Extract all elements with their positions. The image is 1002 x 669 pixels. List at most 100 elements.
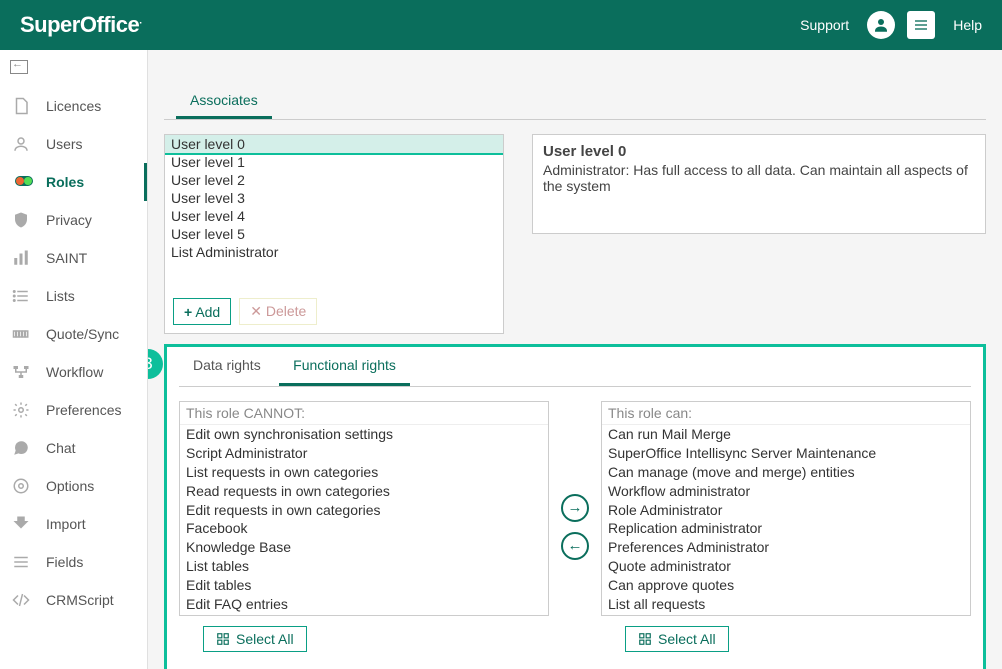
can-item[interactable]: SuperOffice Intellisync Server Maintenan…: [602, 444, 970, 463]
help-link[interactable]: Help: [953, 17, 982, 33]
sidebar-item-label: Options: [46, 478, 94, 494]
role-list-item[interactable]: List Administrator: [165, 243, 503, 261]
roles-list[interactable]: User level 0User level 1User level 2User…: [165, 135, 503, 290]
role-list-item[interactable]: User level 4: [165, 207, 503, 225]
sidebar-item-label: Fields: [46, 554, 83, 570]
cannot-item[interactable]: Edit requests in own categories: [180, 501, 548, 520]
can-item[interactable]: Can run Mail Merge: [602, 425, 970, 444]
tab-functional-rights[interactable]: Functional rights: [279, 347, 410, 386]
tab-associates[interactable]: Associates: [176, 84, 272, 119]
sidebar-item-lists[interactable]: Lists: [0, 277, 147, 315]
role-description-panel: User level 0 Administrator: Has full acc…: [532, 134, 986, 234]
can-item[interactable]: Read all requests: [602, 614, 970, 615]
can-item[interactable]: Replication administrator: [602, 519, 970, 538]
cannot-item[interactable]: Edit own synchronisation settings: [180, 425, 548, 444]
sidebar-item-label: SAINT: [46, 250, 87, 266]
sidebar-item-quote-sync[interactable]: Quote/Sync: [0, 315, 147, 353]
sidebar-item-label: Roles: [46, 174, 84, 190]
sidebar-item-privacy[interactable]: Privacy: [0, 201, 147, 239]
sidebar-item-import[interactable]: Import: [0, 505, 147, 543]
cannot-column: This role CANNOT: Edit own synchronisati…: [179, 401, 549, 652]
crmscript-icon: [12, 591, 36, 609]
cannot-item[interactable]: Knowledge Base: [180, 538, 548, 557]
delete-role-button: ✕ Delete: [239, 298, 317, 325]
can-list[interactable]: Can run Mail MergeSuperOffice Intellisyn…: [602, 425, 970, 615]
preferences-icon: [12, 401, 36, 419]
cannot-item[interactable]: Facebook: [180, 519, 548, 538]
options-icon: [12, 477, 36, 495]
role-list-item[interactable]: User level 1: [165, 153, 503, 171]
role-description-text: Administrator: Has full access to all da…: [543, 162, 975, 194]
sidebar-item-saint[interactable]: SAINT: [0, 239, 147, 277]
rights-tabbar: Data rights Functional rights: [179, 347, 971, 387]
move-left-button[interactable]: ←: [561, 532, 589, 560]
can-item[interactable]: Role Administrator: [602, 501, 970, 520]
import-icon: [12, 515, 36, 533]
sidebar-item-workflow[interactable]: Workflow: [0, 353, 147, 391]
can-item[interactable]: Quote administrator: [602, 557, 970, 576]
sidebar: Licences Users Roles Privacy SAINT Lists Quote…: [0, 50, 148, 669]
profile-icon[interactable]: [867, 11, 895, 39]
sidebar-item-preferences[interactable]: Preferences: [0, 391, 147, 429]
add-role-button[interactable]: + Add: [173, 298, 231, 325]
sidebar-item-licences[interactable]: Licences: [0, 87, 147, 125]
sidebar-item-chat[interactable]: Chat: [0, 429, 147, 467]
cannot-item[interactable]: Edit FAQ entries: [180, 595, 548, 614]
cannot-item[interactable]: Edit tables: [180, 576, 548, 595]
support-link[interactable]: Support: [800, 17, 849, 33]
can-item[interactable]: Workflow administrator: [602, 482, 970, 501]
sidebar-item-options[interactable]: Options: [0, 467, 147, 505]
sidebar-item-label: Quote/Sync: [46, 326, 119, 342]
cannot-list[interactable]: Edit own synchronisation settingsScript …: [180, 425, 548, 615]
cannot-item[interactable]: List tables: [180, 557, 548, 576]
can-item[interactable]: Preferences Administrator: [602, 538, 970, 557]
privacy-icon: [12, 211, 36, 229]
cannot-header: This role CANNOT:: [180, 402, 548, 425]
sidebar-item-fields[interactable]: Fields: [0, 543, 147, 581]
app-header: SuperOffice. Support Help: [0, 0, 1002, 50]
sidebar-item-crmscript[interactable]: CRMScript: [0, 581, 147, 619]
sidebar-item-label: Import: [46, 516, 86, 532]
can-item[interactable]: List all requests: [602, 595, 970, 614]
sidebar-item-label: Workflow: [46, 364, 103, 380]
roles-list-panel: User level 0User level 1User level 2User…: [164, 134, 504, 334]
role-list-item[interactable]: User level 5: [165, 225, 503, 243]
step-badge: 3: [148, 349, 163, 379]
sidebar-item-label: CRMScript: [46, 592, 114, 608]
menu-icon[interactable]: [907, 11, 935, 39]
role-list-item[interactable]: User level 0: [165, 135, 503, 153]
transfer-buttons: → ←: [561, 494, 589, 560]
saint-icon: [12, 249, 36, 267]
cannot-select-all-button[interactable]: Select All: [203, 626, 307, 652]
move-right-button[interactable]: →: [561, 494, 589, 522]
can-header: This role can:: [602, 402, 970, 425]
sidebar-item-label: Chat: [46, 440, 76, 456]
sidebar-item-label: Licences: [46, 98, 101, 114]
sidebar-item-users[interactable]: Users: [0, 125, 147, 163]
roles-icon: [12, 173, 36, 191]
users-icon: [12, 135, 36, 153]
role-list-item[interactable]: User level 2: [165, 171, 503, 189]
can-item[interactable]: Can manage (move and merge) entities: [602, 463, 970, 482]
tab-data-rights[interactable]: Data rights: [179, 347, 275, 383]
fields-icon: [12, 553, 36, 571]
collapse-sidebar-button[interactable]: [0, 56, 147, 83]
sidebar-item-label: Users: [46, 136, 83, 152]
sidebar-item-label: Lists: [46, 288, 75, 304]
licences-icon: [12, 97, 36, 115]
role-list-item[interactable]: User level 3: [165, 189, 503, 207]
can-column: This role can: Can run Mail MergeSuperOf…: [601, 401, 971, 652]
sidebar-item-roles[interactable]: Roles: [0, 163, 147, 201]
cannot-item[interactable]: Script Administrator: [180, 444, 548, 463]
top-tabbar: Associates: [164, 84, 986, 120]
cannot-item[interactable]: Hide Selection screen: [180, 614, 548, 615]
sidebar-item-label: Preferences: [46, 402, 121, 418]
chat-icon: [12, 439, 36, 457]
can-select-all-button[interactable]: Select All: [625, 626, 729, 652]
can-item[interactable]: Can approve quotes: [602, 576, 970, 595]
lists-icon: [12, 287, 36, 305]
cannot-item[interactable]: Read requests in own categories: [180, 482, 548, 501]
content-area: Associates User level 0User level 1User …: [148, 50, 1002, 669]
role-description-title: User level 0: [543, 143, 975, 160]
cannot-item[interactable]: List requests in own categories: [180, 463, 548, 482]
